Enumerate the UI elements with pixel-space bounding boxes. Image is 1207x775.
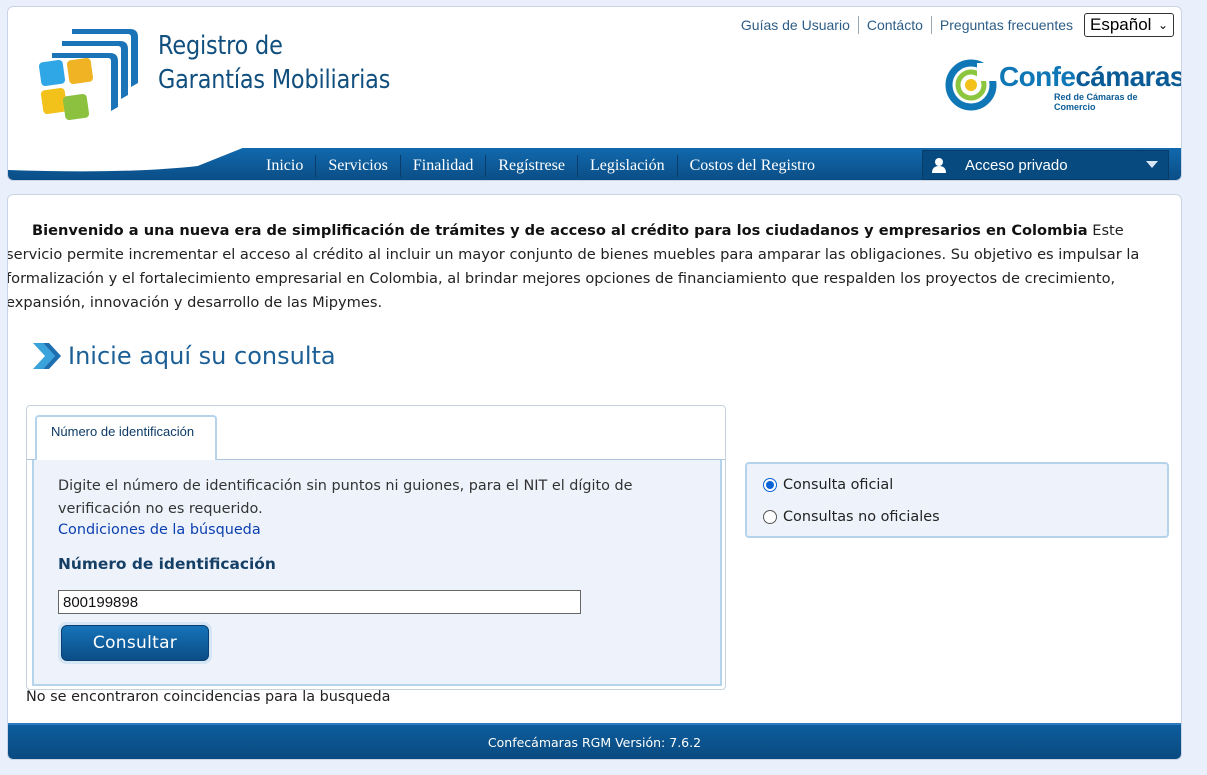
rgm-logo-icon[interactable] [34, 25, 144, 129]
id-field-label: Número de identificación [58, 555, 276, 573]
consultar-button[interactable]: Consultar [58, 622, 212, 664]
link-contact[interactable]: Contácto [859, 16, 932, 34]
option-unofficial-label: Consultas no oficiales [783, 509, 940, 525]
radio-official[interactable] [763, 478, 777, 492]
nav-item-finalidad[interactable]: Finalidad [401, 155, 487, 177]
language-select[interactable]: Español ⌄ [1084, 13, 1174, 37]
language-select-value: Español [1090, 15, 1152, 34]
private-access-label: Acceso privado [965, 156, 1068, 174]
nav-item-servicios[interactable]: Servicios [316, 155, 401, 177]
search-box: Número de identificación Digite el númer… [26, 405, 726, 690]
nav-item-inicio[interactable]: Inicio [254, 155, 317, 177]
section-title-text: Inicie aquí su consulta [68, 342, 336, 370]
confecamaras-subtitle: Red de Cámaras de Comercio [1054, 92, 1138, 112]
confecamaras-logo[interactable]: Confecámaras Red de Cámaras de Comercio [943, 55, 1181, 113]
consultar-button-label: Consultar [61, 625, 209, 661]
option-official-label: Consulta oficial [783, 477, 894, 493]
id-number-input[interactable] [58, 590, 581, 614]
nav-item-costos[interactable]: Costos del Registro [678, 155, 827, 177]
top-links: Guías de Usuario Contácto Preguntas frec… [733, 16, 1081, 34]
chevron-down-icon: ⌄ [1157, 18, 1168, 32]
site-title-line1: Registro de [158, 31, 283, 61]
search-conditions-link[interactable]: Condiciones de la búsqueda [58, 522, 261, 538]
confecamaras-wordmark: Confecámaras [999, 61, 1182, 93]
caret-down-icon [1146, 161, 1158, 168]
tab-numero-identificacion[interactable]: Número de identificación [35, 415, 217, 461]
wordmark-part-b: cámaras [1075, 61, 1182, 92]
consult-type-options: Consulta oficial Consultas no oficiales [745, 462, 1169, 538]
site-title: Registro de Garantías Mobiliarias [158, 29, 390, 97]
site-header: Registro de Garantías Mobiliarias Guías … [7, 6, 1182, 181]
footer: Confecámaras RGM Versión: 7.6.2 [8, 723, 1181, 759]
user-icon [932, 158, 946, 173]
wordmark-part-a: Confe [999, 61, 1076, 92]
link-faq[interactable]: Preguntas frecuentes [932, 16, 1081, 34]
search-instructions: Digite el número de identificación sin p… [58, 478, 633, 517]
nav-item-registrese[interactable]: Regístrese [486, 155, 578, 177]
double-chevron-icon [33, 343, 61, 369]
footer-version: Confecámaras RGM Versión: 7.6.2 [487, 734, 702, 750]
option-official[interactable]: Consulta oficial [763, 477, 893, 493]
main-nav: Inicio Servicios Finalidad Regístrese Le… [8, 146, 1181, 180]
intro-bold: Bienvenido a una nueva era de simplifica… [32, 222, 1088, 239]
radio-unofficial[interactable] [763, 510, 777, 524]
site-title-line2: Garantías Mobiliarias [158, 65, 391, 95]
private-access-dropdown[interactable]: Acceso privado [922, 150, 1169, 180]
option-unofficial[interactable]: Consultas no oficiales [763, 509, 940, 525]
no-results-message: No se encontraron coincidencias para la … [26, 689, 391, 705]
link-user-guides[interactable]: Guías de Usuario [733, 16, 859, 34]
nav-items: Inicio Servicios Finalidad Regístrese Le… [254, 155, 827, 177]
main-content: Bienvenido a una nueva era de simplifica… [7, 194, 1182, 760]
nav-item-legislacion[interactable]: Legislación [578, 155, 678, 177]
confecamaras-swirl-icon [945, 59, 997, 111]
search-panel: Digite el número de identificación sin p… [32, 460, 722, 686]
section-title: Inicie aquí su consulta [30, 338, 336, 374]
intro-paragraph: Bienvenido a una nueva era de simplifica… [8, 219, 1181, 315]
